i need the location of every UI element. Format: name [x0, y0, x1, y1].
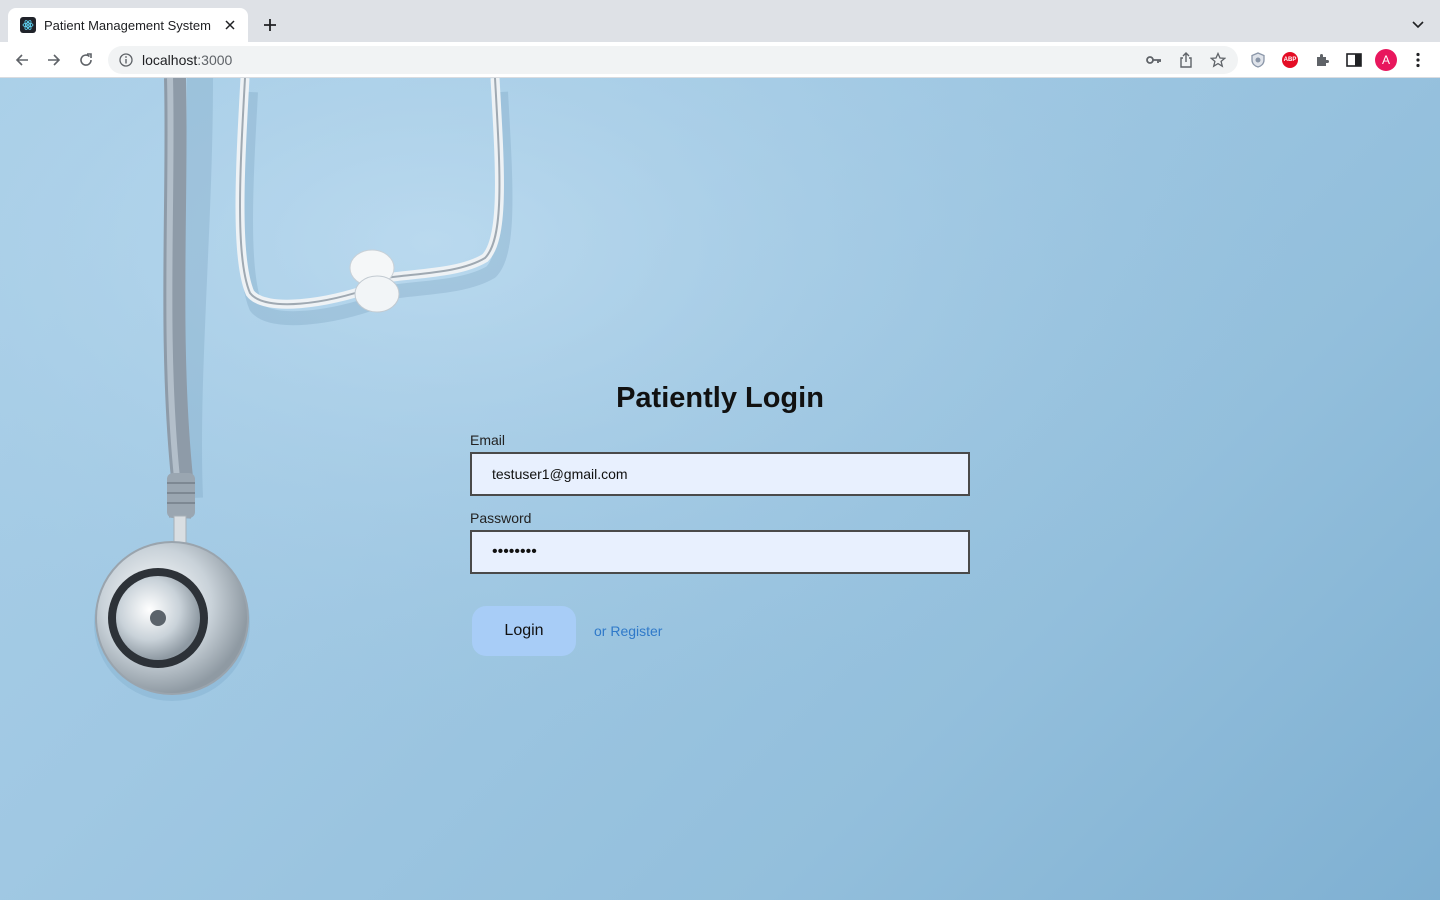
reload-icon[interactable] [74, 48, 98, 72]
abp-label: ABP [1282, 52, 1298, 68]
email-field[interactable]: testuser1@gmail.com [470, 452, 970, 496]
bookmark-star-icon[interactable] [1208, 50, 1228, 70]
side-panel-icon[interactable] [1342, 48, 1366, 72]
login-button[interactable]: Login [472, 606, 576, 656]
page-title: Patiently Login [616, 382, 824, 414]
more-vert-icon[interactable] [1406, 48, 1430, 72]
login-page: Patiently Login Email testuser1@gmail.co… [0, 78, 1440, 900]
url-host: localhost [142, 52, 198, 68]
react-favicon-icon [20, 17, 36, 33]
share-icon[interactable] [1176, 50, 1196, 70]
password-label: Password [470, 510, 532, 526]
register-link[interactable]: or Register [594, 623, 662, 639]
tab-strip: Patient Management System [0, 0, 1440, 42]
password-field[interactable]: •••••••• [470, 530, 970, 574]
key-icon[interactable] [1144, 50, 1164, 70]
browser-tab[interactable]: Patient Management System [8, 8, 248, 42]
email-label: Email [470, 432, 506, 448]
form-actions: Login or Register [470, 606, 970, 656]
address-bar[interactable]: localhost:3000 [108, 46, 1238, 74]
password-value: •••••••• [492, 543, 537, 560]
avatar: A [1375, 49, 1397, 71]
site-info-icon[interactable] [118, 52, 134, 68]
email-value: testuser1@gmail.com [492, 466, 628, 482]
login-form: Patiently Login Email testuser1@gmail.co… [470, 378, 970, 656]
url-port: :3000 [197, 52, 233, 68]
profile-avatar-button[interactable]: A [1374, 48, 1398, 72]
new-tab-icon[interactable] [258, 13, 282, 37]
back-arrow-icon[interactable] [10, 48, 34, 72]
adblock-plus-icon[interactable]: ABP [1278, 48, 1302, 72]
forward-arrow-icon[interactable] [42, 48, 66, 72]
browser-toolbar: localhost:3000 ABP A [0, 42, 1440, 78]
shield-extension-icon[interactable] [1246, 48, 1270, 72]
chevron-down-icon[interactable] [1408, 13, 1428, 37]
tab-title: Patient Management System [44, 17, 211, 33]
extensions-puzzle-icon[interactable] [1310, 48, 1334, 72]
close-tab-icon[interactable] [222, 17, 238, 33]
